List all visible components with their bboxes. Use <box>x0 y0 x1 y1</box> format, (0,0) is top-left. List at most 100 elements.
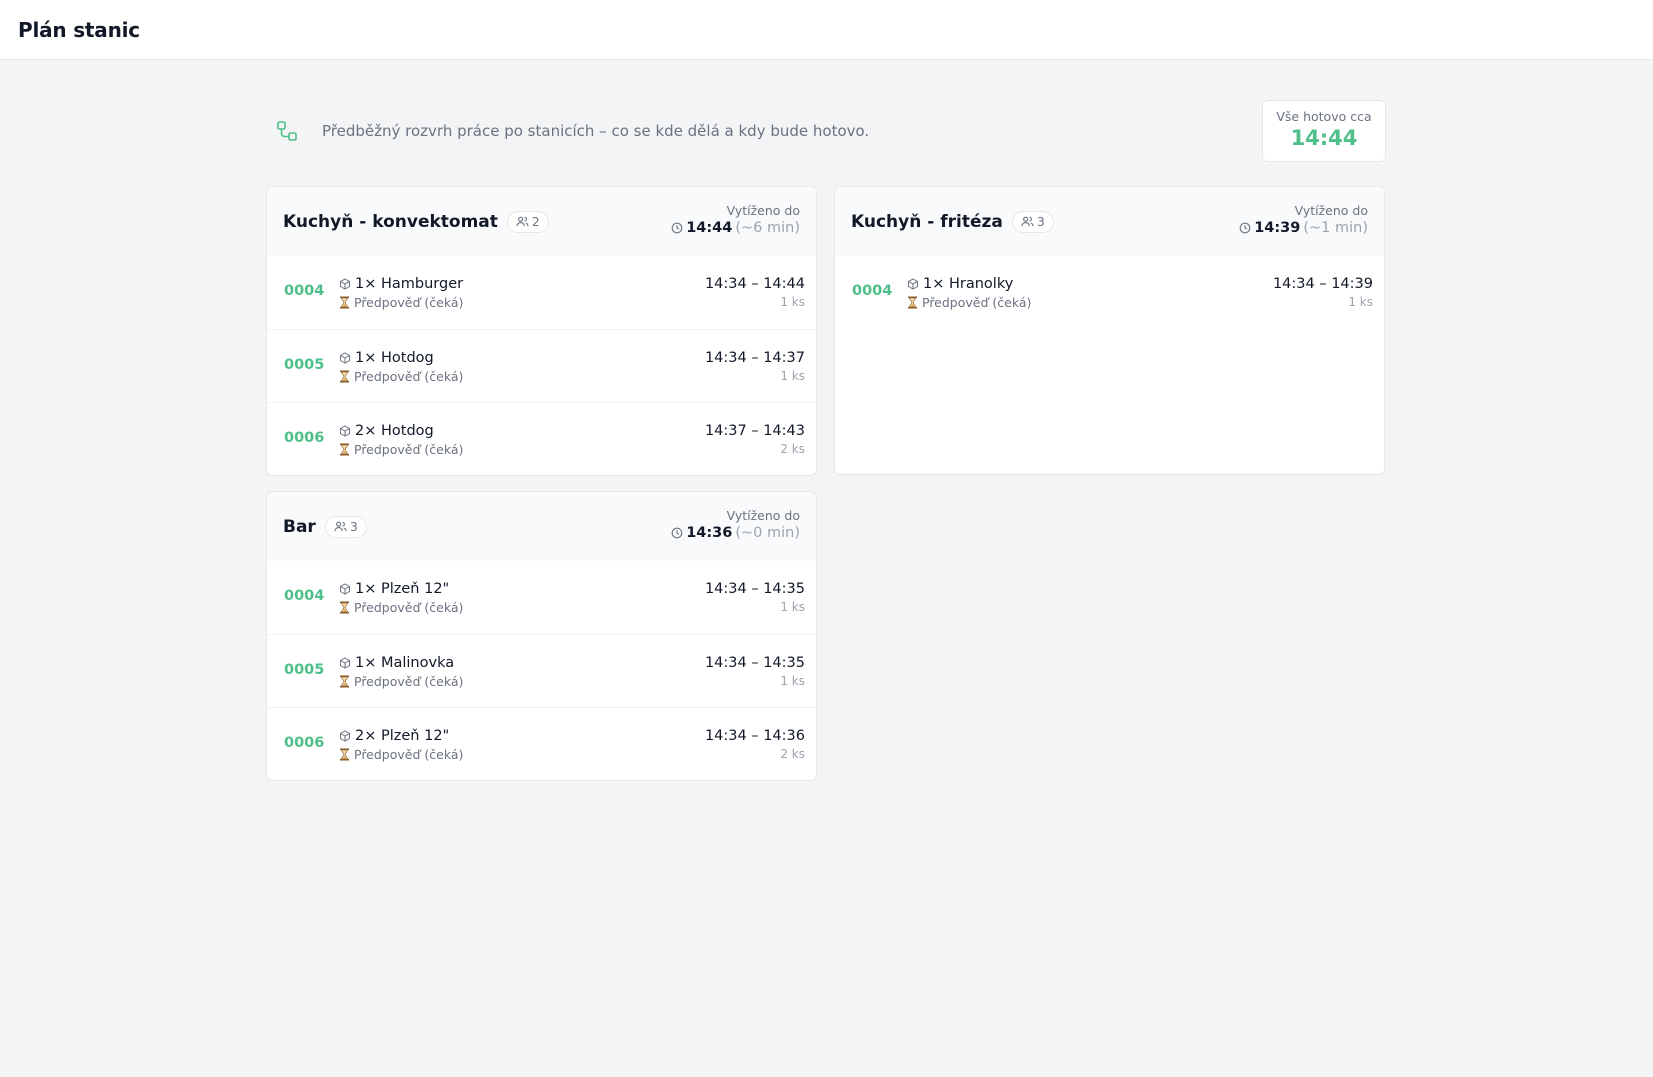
intro-banner: Předběžný rozvrh práce po stanicích – co… <box>266 100 1386 162</box>
box-icon <box>340 657 350 669</box>
all-done-summary: Vše hotovo cca 14:44 <box>1262 100 1386 162</box>
all-done-time: 14:44 <box>1290 126 1358 150</box>
task-list: 0004 1× Plzeň 12" Předpověď (čeká) 14:34… <box>267 561 816 780</box>
item-name: 2× Plzeň 12" <box>355 728 450 744</box>
staff-count: 3 <box>349 519 358 534</box>
intro-text: Předběžný rozvrh práce po stanicích – co… <box>322 122 870 140</box>
all-done-label: Vše hotovo cca <box>1276 109 1372 124</box>
task-row: 0006 2× Hotdog Předpověď (čeká) 14:37 – … <box>267 402 816 475</box>
item-state: Předpověď (čeká) <box>354 369 464 384</box>
item-state: Předpověď (čeká) <box>354 674 464 689</box>
item-name: 1× Plzeň 12" <box>355 581 450 597</box>
hourglass-icon <box>340 443 349 456</box>
busy-label: Vytíženo do <box>726 203 800 218</box>
order-number: 0004 <box>284 588 325 604</box>
top-bar: Plán stanic <box>0 0 1653 60</box>
time-range: 14:34 – 14:35 <box>704 655 805 671</box>
task-row: 0004 1× Hamburger Předpověď (čeká) 14:34… <box>267 256 816 329</box>
time-range: 14:34 – 14:35 <box>704 581 805 597</box>
staff-count-badge: 3 <box>1011 210 1054 233</box>
station-name: Kuchyň - fritéza <box>851 211 1003 232</box>
station-name: Bar <box>283 516 316 537</box>
item-state: Předpověď (čeká) <box>354 442 464 457</box>
staff-count: 2 <box>531 214 540 229</box>
time-range: 14:34 – 14:37 <box>704 350 805 366</box>
busy-label: Vytíženo do <box>726 508 800 523</box>
item-name: 1× Hamburger <box>355 276 464 292</box>
quantity: 1 ks <box>780 369 805 383</box>
order-number: 0005 <box>284 357 325 373</box>
task-list: 0004 1× Hranolky Předpověď (čeká) 14:34 … <box>835 256 1384 329</box>
quantity: 1 ks <box>1348 295 1373 309</box>
item-state: Předpověď (čeká) <box>354 295 464 310</box>
order-number: 0004 <box>852 283 893 299</box>
hourglass-icon <box>340 370 349 383</box>
task-row: 0006 2× Plzeň 12" Předpověď (čeká) 14:34… <box>267 707 816 780</box>
quantity: 1 ks <box>780 674 805 688</box>
workflow-icon <box>277 121 297 141</box>
item-state: Předpověď (čeká) <box>354 600 464 615</box>
box-icon <box>340 278 350 290</box>
box-icon <box>908 278 918 290</box>
busy-remaining: (~0 min) <box>735 525 800 541</box>
clock-icon <box>671 222 683 234</box>
station-card: Kuchyň - fritéza 3 Vytíženo do 14:39 (~1… <box>834 186 1385 475</box>
box-icon <box>340 425 350 437</box>
time-range: 14:34 – 14:44 <box>704 276 805 292</box>
users-icon <box>334 521 347 532</box>
busy-time: 14:39 <box>1254 220 1301 236</box>
clock-icon <box>671 527 683 539</box>
station-header: Kuchyň - fritéza 3 Vytíženo do 14:39 (~1… <box>835 187 1384 256</box>
order-number: 0006 <box>284 430 325 446</box>
station-header: Kuchyň - konvektomat 2 Vytíženo do 14:44… <box>267 187 816 256</box>
clock-icon <box>1239 222 1251 234</box>
staff-count-badge: 3 <box>324 515 367 538</box>
time-range: 14:37 – 14:43 <box>704 423 805 439</box>
quantity: 2 ks <box>780 747 805 761</box>
users-icon <box>516 216 529 227</box>
item-name: 1× Hotdog <box>355 350 434 366</box>
order-number: 0004 <box>284 283 325 299</box>
staff-count-badge: 2 <box>506 210 549 233</box>
time-range: 14:34 – 14:39 <box>1272 276 1373 292</box>
busy-time: 14:36 <box>686 525 733 541</box>
order-number: 0005 <box>284 662 325 678</box>
users-icon <box>1021 216 1034 227</box>
item-name: 1× Malinovka <box>355 655 455 671</box>
busy-until: Vytíženo do 14:39 (~1 min) <box>1239 203 1368 236</box>
task-list: 0004 1× Hamburger Předpověď (čeká) 14:34… <box>267 256 816 475</box>
page-title: Plán stanic <box>18 17 140 42</box>
station-header: Bar 3 Vytíženo do 14:36 (~0 min) <box>267 492 816 561</box>
staff-count: 3 <box>1036 214 1045 229</box>
busy-label: Vytíženo do <box>1294 203 1368 218</box>
main-content: Předběžný rozvrh práce po stanicích – co… <box>266 100 1386 781</box>
hourglass-icon <box>340 675 349 688</box>
item-state: Předpověď (čeká) <box>354 747 464 762</box>
box-icon <box>340 583 350 595</box>
box-icon <box>340 352 350 364</box>
task-row: 0004 1× Plzeň 12" Předpověď (čeká) 14:34… <box>267 561 816 634</box>
quantity: 1 ks <box>780 295 805 309</box>
quantity: 2 ks <box>780 442 805 456</box>
station-card: Kuchyň - konvektomat 2 Vytíženo do 14:44… <box>266 186 817 476</box>
task-row: 0005 1× Malinovka Předpověď (čeká) 14:34… <box>267 634 816 707</box>
hourglass-icon <box>340 601 349 614</box>
station-name: Kuchyň - konvektomat <box>283 211 498 232</box>
station-card: Bar 3 Vytíženo do 14:36 (~0 min) 0004 1×… <box>266 491 817 781</box>
time-range: 14:34 – 14:36 <box>704 728 805 744</box>
item-state: Předpověď (čeká) <box>922 295 1032 310</box>
busy-remaining: (~6 min) <box>735 220 800 236</box>
busy-until: Vytíženo do 14:36 (~0 min) <box>671 508 800 541</box>
quantity: 1 ks <box>780 600 805 614</box>
hourglass-icon <box>340 296 349 309</box>
item-name: 1× Hranolky <box>923 276 1014 292</box>
task-row: 0004 1× Hranolky Předpověď (čeká) 14:34 … <box>835 256 1384 329</box>
hourglass-icon <box>340 748 349 761</box>
item-name: 2× Hotdog <box>355 423 434 439</box>
busy-time: 14:44 <box>686 220 733 236</box>
order-number: 0006 <box>284 735 325 751</box>
task-row: 0005 1× Hotdog Předpověď (čeká) 14:34 – … <box>267 329 816 402</box>
hourglass-icon <box>908 296 917 309</box>
busy-until: Vytíženo do 14:44 (~6 min) <box>671 203 800 236</box>
busy-remaining: (~1 min) <box>1303 220 1368 236</box>
